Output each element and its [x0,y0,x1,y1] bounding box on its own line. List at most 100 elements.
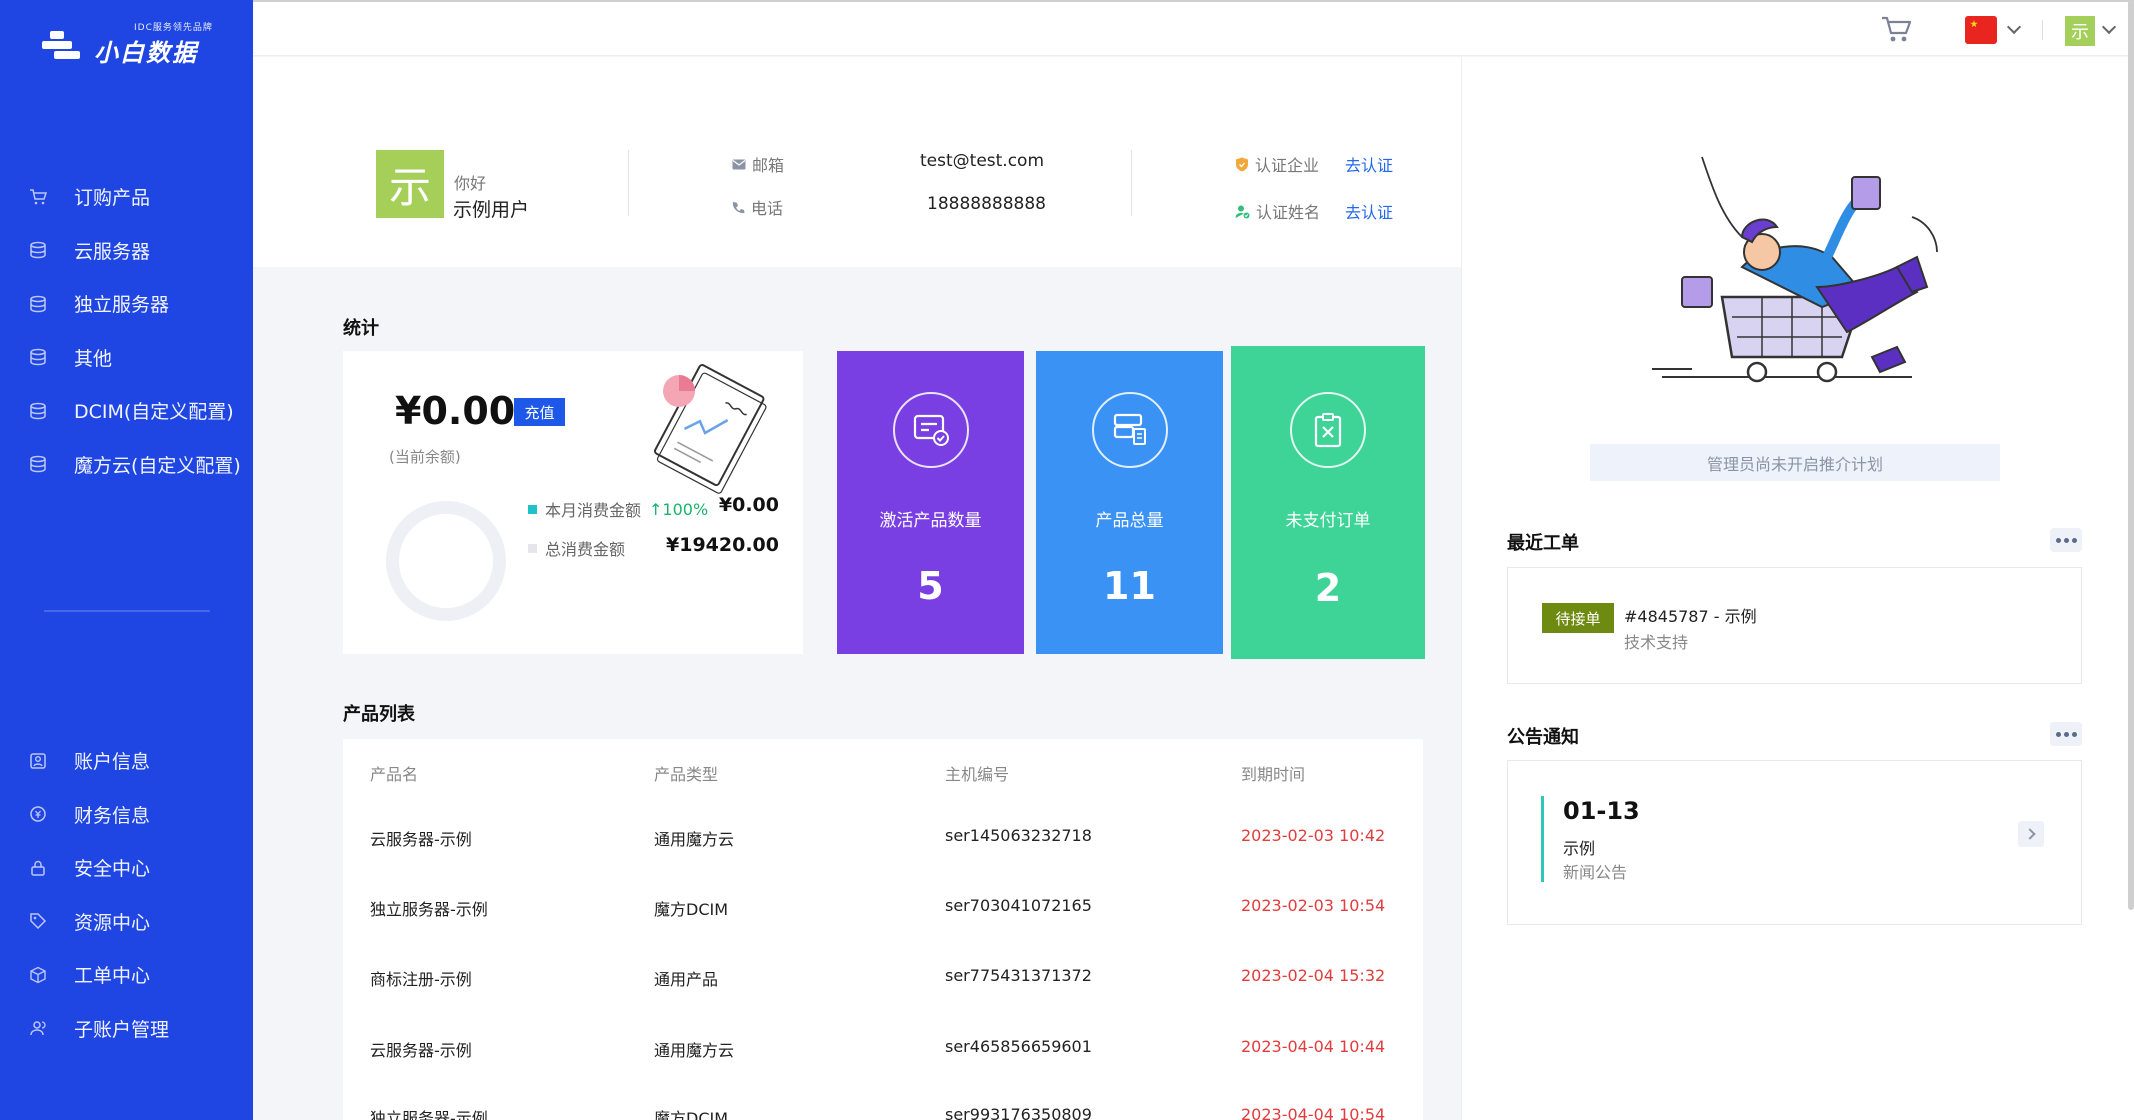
sidebar-nav-bottom: 账户信息 财务信息 安全中心 资源中心 工单中心 子账户管理 [0,734,253,1055]
username: 示例用户 [453,199,530,221]
announcements-title: 公告通知 [1507,727,1579,748]
topbar-separator [2042,20,2043,40]
sidebar-item-label: 魔方云(自定义配置) [74,454,241,477]
cart-icon [28,187,48,207]
tile-value: 5 [917,564,944,608]
realname-verify-link[interactable]: 去认证 [1345,199,1393,223]
server-icon [28,294,48,314]
balance-amount: ¥0.00 [395,389,516,433]
column-header: 产品名 [370,765,419,784]
realname-cert-label: 认证姓名 [1235,199,1320,223]
table-row[interactable]: 商标注册-示例 通用产品 ser775431371372 2023-02-04 … [343,966,1423,996]
sidebar-item-dcim[interactable]: DCIM(自定义配置) [0,384,253,438]
product-table: 产品名 产品类型 主机编号 到期时间 云服务器-示例 通用魔方云 ser1450… [343,739,1423,1120]
avatar: 示 [376,150,444,218]
account-icon [28,751,48,771]
user-avatar[interactable]: 示 [2065,16,2095,46]
announcement-card[interactable]: 01-13 示例 新闻公告 [1507,760,2082,925]
recent-tickets-title: 最近工单 [1507,533,1579,554]
tile-value: 11 [1103,564,1156,608]
product-total-icon [1091,392,1168,468]
sidebar-item-label: 其他 [74,347,113,370]
sidebar-item-account[interactable]: 账户信息 [0,734,253,788]
announcement-date: 01-13 [1563,797,1640,825]
announcements-more-icon[interactable] [2050,722,2082,746]
ticket-card[interactable]: 待接单 #4845787 - 示例 技术支持 [1507,567,2082,684]
total-consumption-label: 总消费金额 [528,536,625,560]
recharge-button[interactable]: 充值 [514,398,565,426]
brand-name: 小白数据 [94,39,198,67]
sidebar-item-order[interactable]: 订购产品 [0,170,253,224]
referral-notice: 管理员尚未开启推介计划 [1590,444,2000,481]
column-header: 产品类型 [654,765,719,784]
balance-card: ¥0.00 充值 (当前余额) 本月消费金额 ↑100% ¥0.00 总消费金额… [343,351,803,654]
sidebar-item-label: 工单中心 [74,965,151,988]
tile-label: 激活产品数量 [879,511,982,531]
table-row[interactable]: 云服务器-示例 通用魔方云 ser145063232718 2023-02-03… [343,826,1423,856]
sidebar-item-security[interactable]: 安全中心 [0,841,253,895]
server-icon [28,240,48,260]
ticket-status-badge: 待接单 [1542,603,1614,633]
user-verify-icon [1235,205,1250,218]
active-product-icon [892,392,969,468]
right-panel: 管理员尚未开启推介计划 最近工单 待接单 #4845787 - 示例 技术支持 … [1461,57,2134,1120]
sidebar-item-mofang-cloud[interactable]: 魔方云(自定义配置) [0,438,253,492]
sidebar-item-cloud-server[interactable]: 云服务器 [0,224,253,278]
total-consumption-value: ¥19420.00 [666,534,779,556]
sidebar-item-label: 财务信息 [74,804,151,827]
ticket-department: 技术支持 [1624,633,1689,652]
server-icon [28,401,48,421]
sidebar-item-subaccounts[interactable]: 子账户管理 [0,1002,253,1056]
unpaid-orders-tile[interactable]: 未支付订单 2 [1231,346,1425,659]
china-flag-icon[interactable] [1965,16,1997,44]
sidebar-item-label: 账户信息 [74,751,151,774]
unpaid-order-icon [1290,392,1366,468]
box-icon [28,965,48,985]
sidebar-item-resources[interactable]: 资源中心 [0,895,253,949]
phone-label: 电话 [732,195,783,219]
email-label: 邮箱 [732,152,784,176]
month-growth-badge: ↑100% [649,499,709,519]
phone-value: 18888888888 [927,194,1046,214]
active-products-tile[interactable]: 激活产品数量 5 [837,351,1024,654]
sidebar-item-other[interactable]: 其他 [0,331,253,385]
sidebar-item-label: DCIM(自定义配置) [74,401,234,424]
tile-label: 未支付订单 [1285,511,1371,531]
brand-logo[interactable]: IDC服务领先品牌 小白数据 [40,20,213,68]
tile-value: 2 [1314,566,1342,610]
greeting: 你好 [454,174,487,193]
tickets-more-icon[interactable] [2050,528,2082,552]
table-header: 产品名 产品类型 主机编号 到期时间 [343,761,1423,791]
table-row[interactable]: 独立服务器-示例 魔方DCIM ser703041072165 2023-02-… [343,896,1423,926]
company-verify-link[interactable]: 去认证 [1345,152,1393,176]
balance-label: (当前余额) [389,448,461,466]
table-row[interactable]: 独立服务器-示例 魔方DCIM ser993176350809 2023-04-… [343,1105,1423,1120]
month-consumption-label: 本月消费金额 ↑100% [528,497,708,521]
table-row[interactable]: 云服务器-示例 通用魔方云 ser465856659601 2023-04-04… [343,1037,1423,1067]
shopping-cart-illustration-icon [1652,156,1938,383]
email-value: test@test.com [920,151,1045,171]
total-products-tile[interactable]: 产品总量 11 [1036,351,1223,654]
column-header: 主机编号 [945,765,1010,784]
phone-icon [732,201,745,213]
server-icon [28,454,48,474]
sidebar-nav-top: 订购产品 云服务器 独立服务器 其他 DCIM(自定义配置) 魔方云(自定义配置… [0,170,253,491]
sidebar-item-finance[interactable]: 财务信息 [0,788,253,842]
announcement-accent-bar [1541,796,1544,882]
divider [628,150,629,216]
sidebar-item-tickets[interactable]: 工单中心 [0,948,253,1002]
sidebar-item-dedicated-server[interactable]: 独立服务器 [0,277,253,331]
stats-title: 统计 [343,318,379,339]
users-icon [28,1018,48,1038]
user-menu-chevron-down-icon[interactable] [2101,19,2117,35]
chevron-right-icon[interactable] [2018,821,2044,847]
language-chevron-down-icon[interactable] [2006,19,2022,35]
sidebar: IDC服务领先品牌 小白数据 订购产品 云服务器 独立服务器 其他 DCIM(自… [0,0,253,1120]
column-header: 到期时间 [1241,765,1306,784]
company-cert-label: 认证企业 [1235,152,1319,176]
mail-icon [732,159,746,169]
cart-icon[interactable] [1880,14,1914,44]
lock-icon [28,858,48,878]
report-illustration-icon [654,364,767,494]
page-scrollbar[interactable] [2128,0,2134,910]
